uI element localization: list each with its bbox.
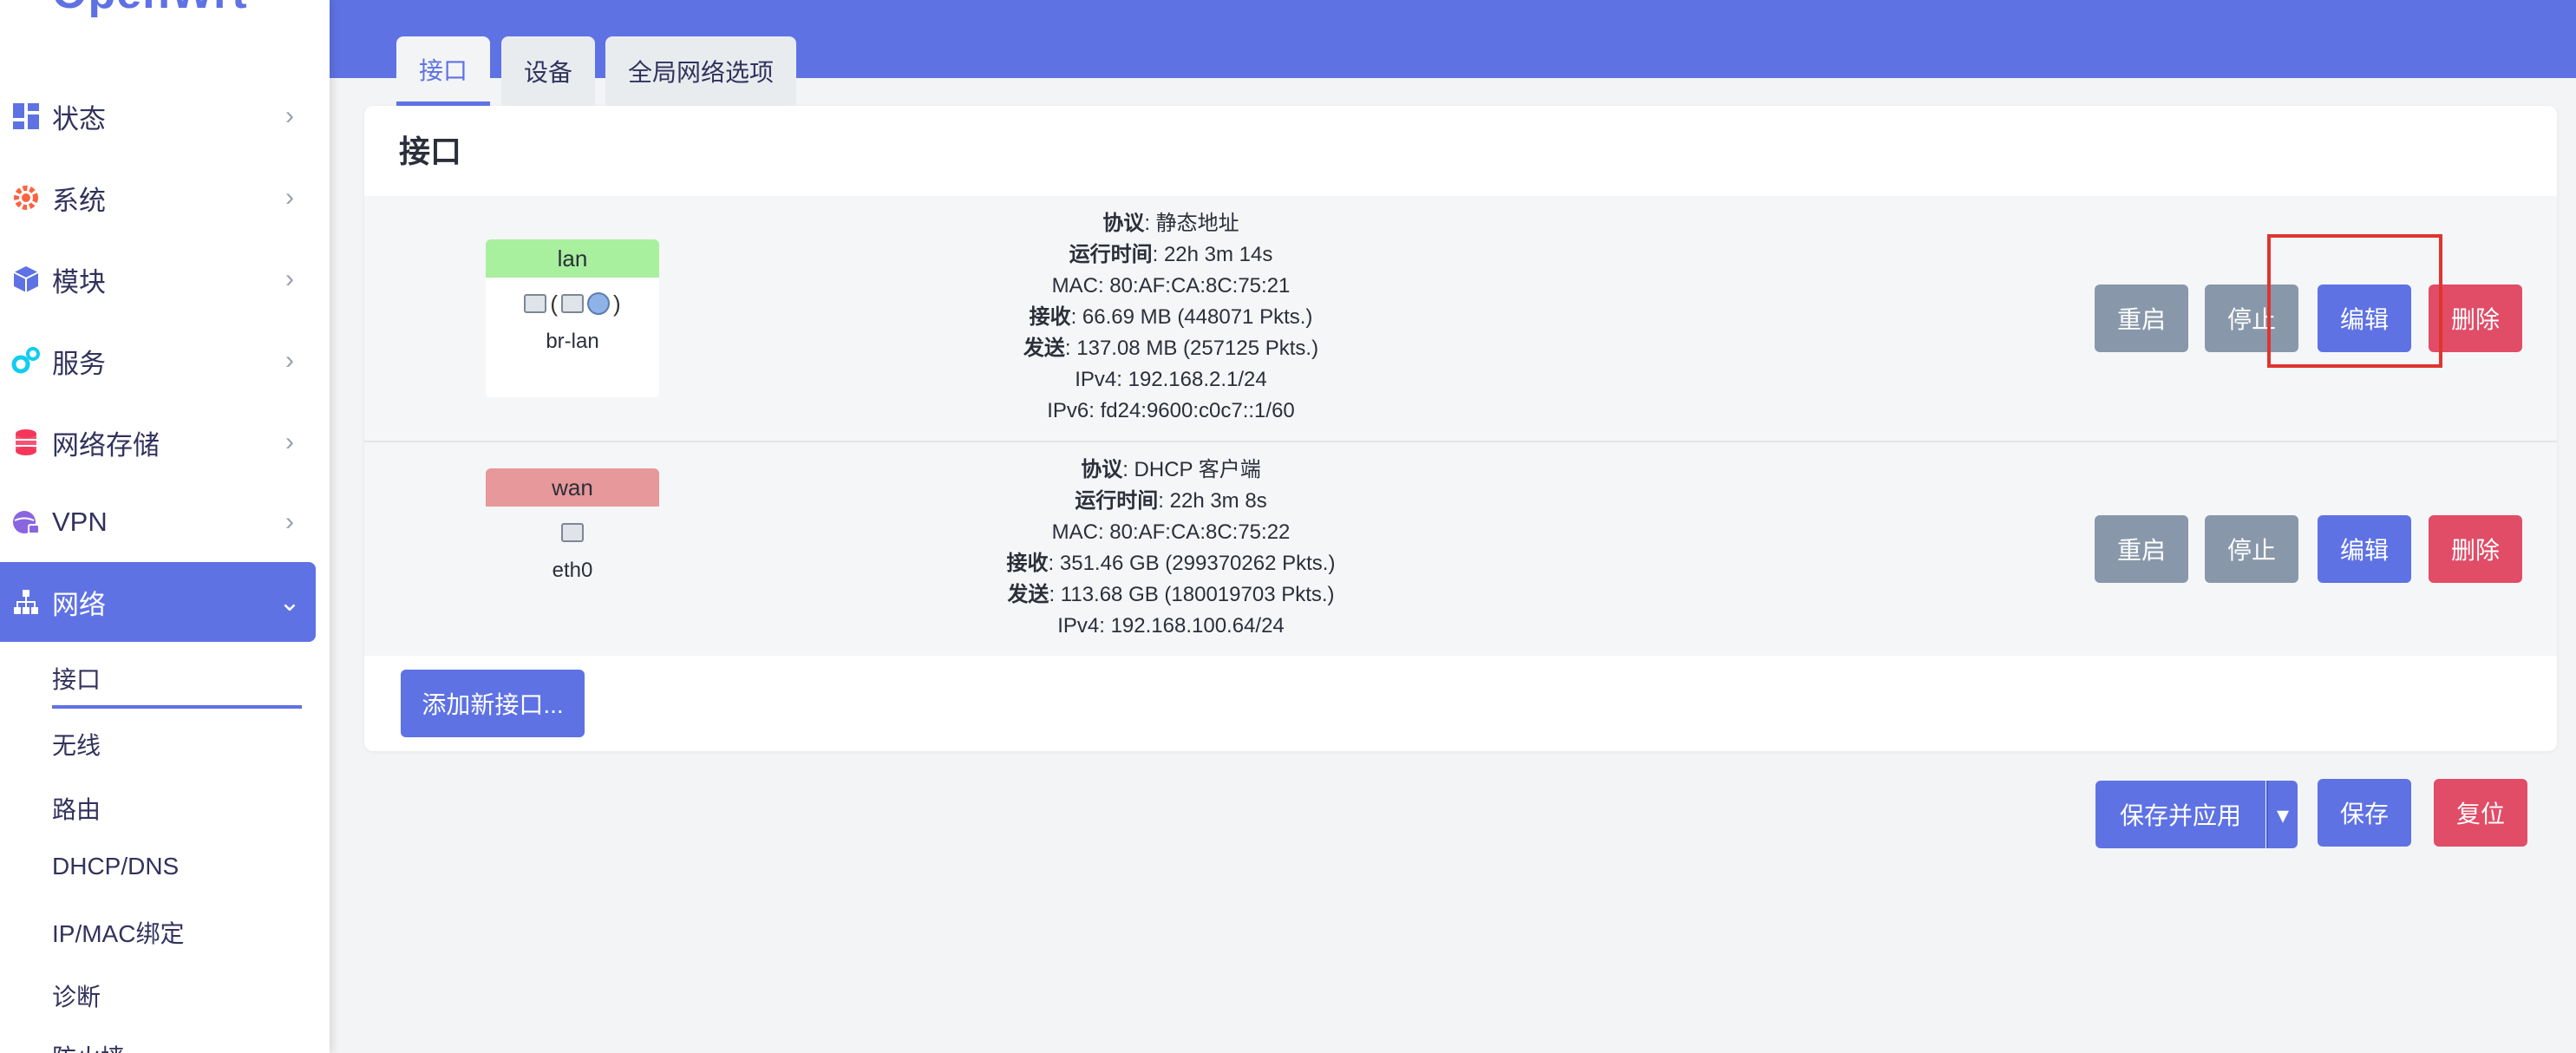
info-ipv6: IPv6: fd24:9600:c0c7::1/60: [1047, 399, 1295, 422]
info-ipv4: IPv4: 192.168.100.64/24: [1057, 614, 1285, 638]
chevron-right-icon: ›: [285, 183, 294, 212]
stop-button[interactable]: 停止: [2205, 515, 2298, 583]
sidebar-item-label: 服务: [52, 348, 106, 379]
info-tx: 发送: 137.08 MB (257125 Pkts.): [1023, 337, 1319, 360]
sidebar-item-status[interactable]: 状态 ›: [0, 76, 316, 156]
tab-global-network-options[interactable]: 全局网络选项: [605, 36, 796, 106]
interfaces-card: 接口 lan ( ) br-lan 协议: 静态地址 运行时间: 22h 3m …: [364, 106, 2557, 751]
edit-button[interactable]: 编辑: [2318, 285, 2411, 352]
brand-logo: OpenWrt: [52, 0, 248, 19]
info-uptime: 运行时间: 22h 3m 14s: [1069, 243, 1273, 266]
ethernet-port-icon: [561, 523, 584, 542]
tab-devices[interactable]: 设备: [501, 36, 595, 106]
add-interface-button[interactable]: 添加新接口...: [401, 670, 585, 737]
wireless-globe-icon: [587, 292, 610, 315]
info-rx: 接收: 66.69 MB (448071 Pkts.): [1029, 305, 1313, 329]
interface-row-lan: lan ( ) br-lan 协议: 静态地址 运行时间: 22h 3m 14s…: [364, 196, 2557, 441]
subnav-item-routes[interactable]: 路由: [52, 791, 101, 826]
interface-device: eth0: [552, 559, 593, 582]
interface-device: br-lan: [546, 330, 599, 353]
info-mac: MAC: 80:AF:CA:8C:75:21: [1051, 274, 1291, 298]
subnav-item-wireless[interactable]: 无线: [52, 727, 101, 762]
sidebar-item-services[interactable]: 服务 ›: [0, 321, 316, 401]
sidebar-item-label: 模块: [52, 266, 106, 298]
interface-info-wan: 协议: DHCP 客户端 运行时间: 22h 3m 8s MAC: 80:AF:…: [824, 455, 1518, 642]
info-tx: 发送: 113.68 GB (180019703 Pkts.): [1007, 583, 1335, 606]
sidebar-item-label: 网络存储: [52, 429, 160, 461]
interface-row-wan: wan eth0 协议: DHCP 客户端 运行时间: 22h 3m 8s MA…: [364, 442, 2557, 656]
interface-name: wan: [486, 468, 659, 507]
cube-icon: [0, 265, 52, 294]
subnav-item-dhcp-dns[interactable]: DHCP/DNS: [52, 853, 179, 880]
chevron-right-icon: ›: [285, 428, 294, 456]
delete-button[interactable]: 删除: [2429, 515, 2522, 583]
caret-down-icon: ▾: [2276, 801, 2290, 828]
restart-button[interactable]: 重启: [2095, 515, 2188, 583]
card-title: 接口: [399, 134, 462, 169]
interface-badge-lan: lan ( ) br-lan: [486, 239, 659, 397]
info-protocol: 协议: 静态地址: [1102, 212, 1239, 235]
info-rx: 接收: 351.46 GB (299370262 Pkts.): [1006, 552, 1336, 575]
ethernet-port-icon: [524, 294, 547, 313]
ethernet-port-icon: [561, 294, 584, 313]
sidebar-item-modules[interactable]: 模块 ›: [0, 239, 316, 319]
interface-device-icons: [486, 507, 659, 559]
network-icon: [0, 587, 52, 617]
subnav-item-ip-mac-binding[interactable]: IP/MAC绑定: [52, 915, 184, 950]
sidebar: OpenWrt 状态 › 系统 › 模块 › 服务 › 网络存储 ›: [0, 0, 330, 1053]
chevron-right-icon: ›: [285, 101, 294, 130]
sidebar-item-nas[interactable]: 网络存储 ›: [0, 402, 316, 482]
reset-button[interactable]: 复位: [2434, 779, 2527, 847]
sidebar-item-label: 状态: [52, 103, 106, 134]
save-apply-button[interactable]: 保存并应用: [2095, 781, 2265, 848]
chevron-right-icon: ›: [285, 265, 294, 293]
subnav-item-firewall[interactable]: 防火墙: [52, 1039, 125, 1053]
save-button[interactable]: 保存: [2318, 779, 2411, 847]
subnav-item-interfaces[interactable]: 接口: [52, 661, 101, 696]
subnav-item-diagnostics[interactable]: 诊断: [52, 978, 101, 1013]
cogs-icon: [0, 346, 52, 376]
sidebar-item-network[interactable]: 网络 ⌄: [0, 562, 316, 642]
gear-icon: [0, 183, 52, 213]
database-icon: [0, 428, 52, 457]
dashboard-icon: [0, 101, 52, 131]
globe-lock-icon: [0, 507, 52, 537]
interface-device-icons: ( ): [486, 278, 659, 330]
restart-button[interactable]: 重启: [2095, 285, 2188, 352]
sidebar-item-label: 网络: [52, 589, 106, 620]
info-uptime: 运行时间: 22h 3m 8s: [1075, 489, 1267, 513]
delete-button[interactable]: 删除: [2429, 285, 2522, 352]
interface-info-lan: 协议: 静态地址 运行时间: 22h 3m 14s MAC: 80:AF:CA:…: [824, 208, 1518, 427]
stop-button[interactable]: 停止: [2205, 285, 2298, 352]
chevron-right-icon: ›: [285, 507, 294, 536]
info-mac: MAC: 80:AF:CA:8C:75:22: [1051, 520, 1291, 544]
sidebar-item-label: 系统: [52, 185, 106, 216]
info-protocol: 协议: DHCP 客户端: [1081, 458, 1261, 481]
subnav-active-underline: [52, 705, 302, 709]
chevron-right-icon: ›: [285, 346, 294, 375]
save-apply-dropdown-toggle[interactable]: ▾: [2266, 781, 2298, 848]
tab-interfaces[interactable]: 接口: [396, 36, 490, 106]
sidebar-item-system[interactable]: 系统 ›: [0, 158, 316, 238]
sidebar-item-vpn[interactable]: VPN ›: [0, 482, 316, 562]
interface-name: lan: [486, 239, 659, 278]
edit-button[interactable]: 编辑: [2318, 515, 2411, 583]
sidebar-item-label: VPN: [52, 507, 108, 537]
interface-badge-wan: wan eth0: [486, 468, 659, 625]
chevron-down-icon: ⌄: [278, 587, 301, 617]
info-ipv4: IPv4: 192.168.2.1/24: [1075, 368, 1267, 391]
